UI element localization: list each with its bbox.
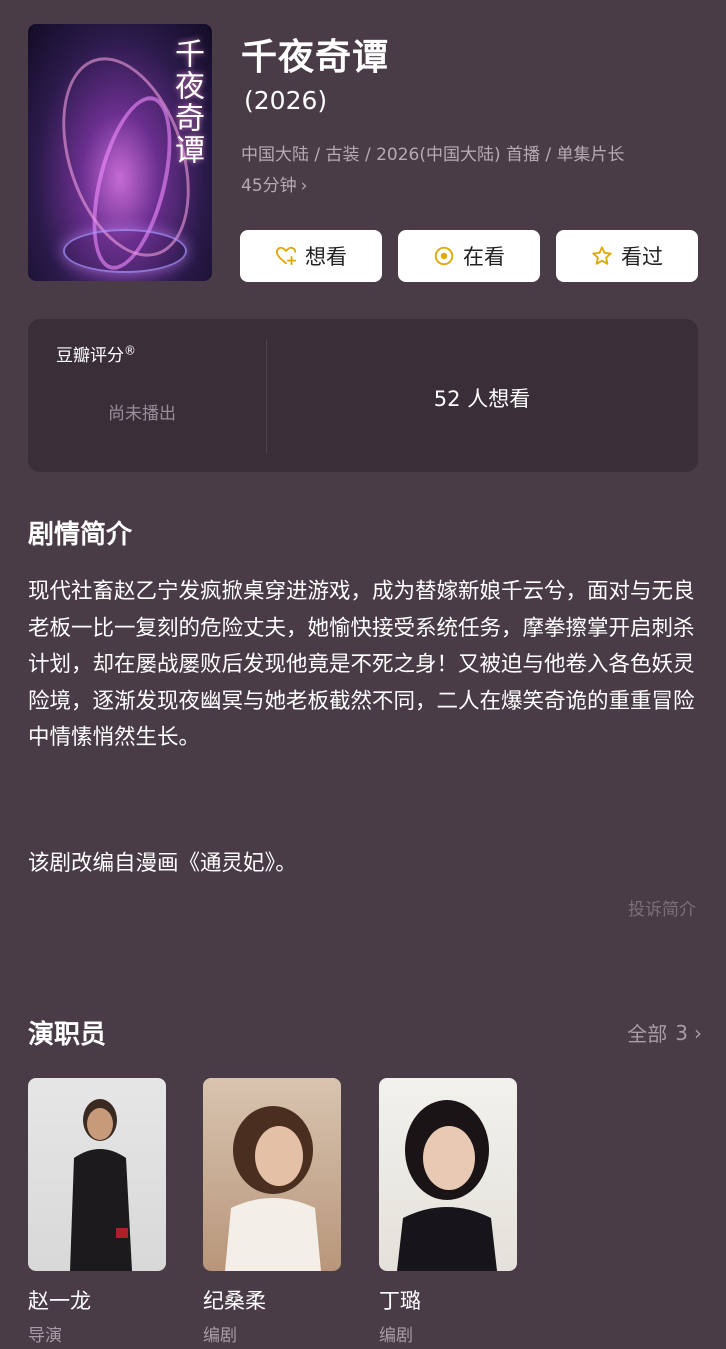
meta-line-1: 中国大陆 / 古装 / 2026(中国大陆) 首播 / 单集片长 [241,145,625,165]
cast-count: 3 [675,1020,688,1045]
watched-button[interactable]: 看过 [556,230,698,282]
chevron-right-icon: › [300,176,308,196]
all-label: 全部 [627,1022,668,1046]
avatar[interactable] [28,1078,166,1271]
person-photo [225,1106,321,1271]
release-year: (2026) [244,86,328,115]
chevron-right-icon: › [694,1020,702,1045]
rating-status: 尚未播出 [108,404,176,424]
registered-mark: ® [124,343,136,358]
want-label: 想看 [305,245,347,269]
cast-role: 编剧 [203,1326,237,1346]
avatar[interactable] [203,1078,341,1271]
page-title: 千夜奇谭 [241,37,390,78]
cast-name: 纪桑柔 [203,1289,266,1313]
meta-line-2: 45分钟 › [241,171,701,202]
heart-plus-icon [275,245,297,267]
poster-title-art: 千夜奇谭 [169,38,204,166]
poster-image[interactable]: 千夜奇谭 [28,24,212,281]
want-count: 52 人想看 [433,387,531,411]
rating-label: 豆瓣评分® [56,341,136,366]
cast-heading: 演职员 [28,1020,107,1050]
cast-role: 编剧 [379,1326,413,1346]
rating-card[interactable]: 豆瓣评分® 尚未播出 52 人想看 [28,319,698,472]
cast-name: 丁璐 [379,1289,421,1313]
watching-button[interactable]: 在看 [398,230,540,282]
target-circle-icon [433,245,455,267]
poster-ring [63,229,187,273]
report-synopsis-link[interactable]: 投诉简介 [628,895,696,920]
cast-member[interactable]: 纪桑柔 编剧 [203,1078,341,1346]
adaptation-note: 该剧改编自漫画《通灵妃》。 [28,851,297,876]
want-to-watch-button[interactable]: 想看 [240,230,382,282]
synopsis-text: 现代社畜赵乙宁发疯掀桌穿进游戏，成为替嫁新娘千云兮，面对与无良老板一比一复刻的危… [28,579,695,750]
rating-label-text: 豆瓣评分 [56,346,124,366]
person-photo [397,1100,497,1271]
star-icon [591,245,613,267]
synopsis-heading: 剧情简介 [28,520,133,550]
cast-member[interactable]: 赵一龙 导演 [28,1078,166,1346]
person-photo [70,1099,132,1271]
cast-name: 赵一龙 [28,1289,91,1313]
show-meta[interactable]: 中国大陆 / 古装 / 2026(中国大陆) 首播 / 单集片长 45分钟 › [241,140,701,202]
cast-all-link[interactable]: 全部 3 › [627,1018,702,1047]
watching-label: 在看 [463,245,505,269]
watched-label: 看过 [621,245,663,269]
avatar[interactable] [379,1078,517,1271]
cast-member[interactable]: 丁璐 编剧 [379,1078,517,1346]
episode-length: 45分钟 [241,176,297,196]
cast-role: 导演 [28,1326,62,1346]
